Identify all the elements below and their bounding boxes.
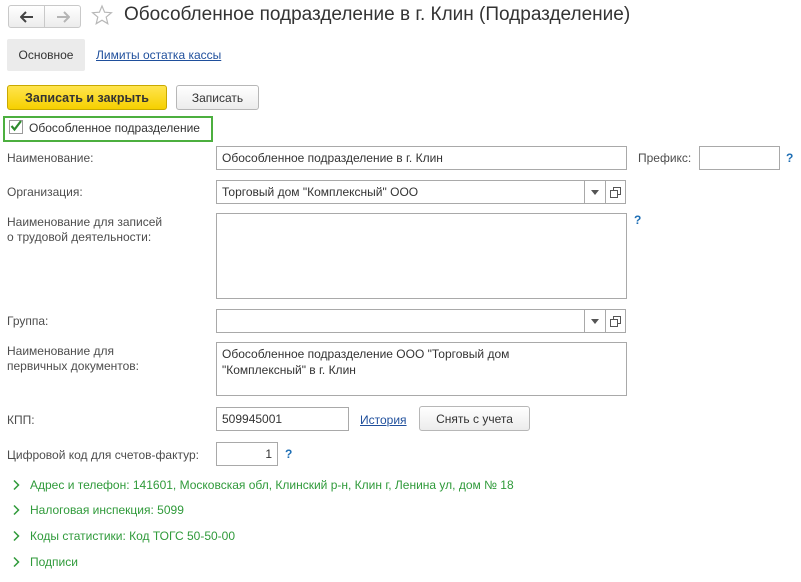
prefix-label: Префикс: xyxy=(638,151,692,165)
labor-name-help-icon[interactable]: ? xyxy=(634,213,641,227)
group-open-button[interactable] xyxy=(606,309,626,333)
labor-name-label-line1: Наименование для записей xyxy=(7,215,163,229)
history-link[interactable]: История xyxy=(360,413,407,427)
organization-field-value: Торговый дом "Комплексный" ООО xyxy=(222,185,419,199)
tab-main[interactable]: Основное xyxy=(7,39,85,71)
deregister-button[interactable]: Снять с учета xyxy=(419,406,530,431)
group-address-phone-label: Адрес и телефон: 141601, Московская обл,… xyxy=(30,478,514,492)
group-tax-inspection[interactable]: Налоговая инспекция: 5099 xyxy=(10,503,184,517)
name-label: Наименование: xyxy=(7,151,94,165)
labor-name-field[interactable] xyxy=(216,213,627,299)
tab-cash-limits[interactable]: Лимиты остатка кассы xyxy=(96,48,221,62)
primary-docs-field[interactable]: Обособленное подразделение ООО "Торговый… xyxy=(216,342,627,396)
invoice-code-field-value: 1 xyxy=(265,447,272,461)
labor-name-label: Наименование для записей о трудовой деят… xyxy=(7,215,162,245)
chevron-down-icon xyxy=(591,189,599,195)
back-button[interactable] xyxy=(9,6,44,27)
group-tax-inspection-label: Налоговая инспекция: 5099 xyxy=(30,503,184,517)
group-label: Группа: xyxy=(7,314,49,328)
prefix-field[interactable] xyxy=(699,146,780,170)
group-statistics-codes[interactable]: Коды статистики: Код ТОГС 50-50-00 xyxy=(10,529,235,543)
name-field[interactable]: Обособленное подразделение в г. Клин xyxy=(216,146,627,170)
page-title: Обособленное подразделение в г. Клин (По… xyxy=(124,4,631,25)
open-window-icon xyxy=(610,186,621,198)
primary-docs-value-line1: Обособленное подразделение ООО "Торговый… xyxy=(222,347,510,361)
chevron-down-icon xyxy=(591,318,599,324)
chevron-right-icon xyxy=(13,504,20,516)
group-address-phone[interactable]: Адрес и телефон: 141601, Московская обл,… xyxy=(10,478,514,492)
invoice-code-help-icon[interactable]: ? xyxy=(285,447,292,461)
arrow-left-icon xyxy=(19,10,33,23)
chevron-right-icon xyxy=(13,530,20,542)
forward-button[interactable] xyxy=(44,6,80,27)
name-field-value: Обособленное подразделение в г. Клин xyxy=(222,151,443,165)
invoice-code-field[interactable]: 1 xyxy=(216,442,278,466)
open-window-icon xyxy=(610,315,621,327)
prefix-help-icon[interactable]: ? xyxy=(786,151,793,165)
group-signatures-label: Подписи xyxy=(30,555,78,569)
organization-open-button[interactable] xyxy=(606,180,626,204)
primary-docs-label-line2: первичных документов: xyxy=(7,359,139,373)
organization-dropdown-button[interactable] xyxy=(585,180,606,204)
kpp-label: КПП: xyxy=(7,413,35,427)
primary-docs-value-line2: "Комплексный" в г. Клин xyxy=(222,363,356,377)
group-dropdown-button[interactable] xyxy=(585,309,606,333)
group-signatures[interactable]: Подписи xyxy=(10,555,78,569)
separate-unit-checkbox[interactable] xyxy=(9,120,23,134)
organization-label: Организация: xyxy=(7,185,83,199)
group-statistics-codes-label: Коды статистики: Код ТОГС 50-50-00 xyxy=(30,529,236,543)
star-icon[interactable] xyxy=(91,4,113,26)
kpp-field[interactable]: 509945001 xyxy=(216,407,349,431)
save-button[interactable]: Записать xyxy=(176,85,259,110)
group-field[interactable] xyxy=(216,309,585,333)
save-and-close-button[interactable]: Записать и закрыть xyxy=(7,85,167,110)
checkmark-icon xyxy=(10,120,22,132)
kpp-field-value: 509945001 xyxy=(222,412,283,426)
chevron-right-icon xyxy=(13,556,20,568)
chevron-right-icon xyxy=(13,479,20,491)
primary-docs-label-line1: Наименование для xyxy=(7,344,115,358)
navigation-buttons xyxy=(8,5,81,28)
separate-unit-label[interactable]: Обособленное подразделение xyxy=(29,121,200,135)
invoice-code-label: Цифровой код для счетов-фактур: xyxy=(7,448,199,462)
primary-docs-label: Наименование для первичных документов: xyxy=(7,344,139,374)
organization-field[interactable]: Торговый дом "Комплексный" ООО xyxy=(216,180,585,204)
labor-name-label-line2: о трудовой деятельности: xyxy=(7,230,152,244)
arrow-right-icon xyxy=(56,10,70,23)
